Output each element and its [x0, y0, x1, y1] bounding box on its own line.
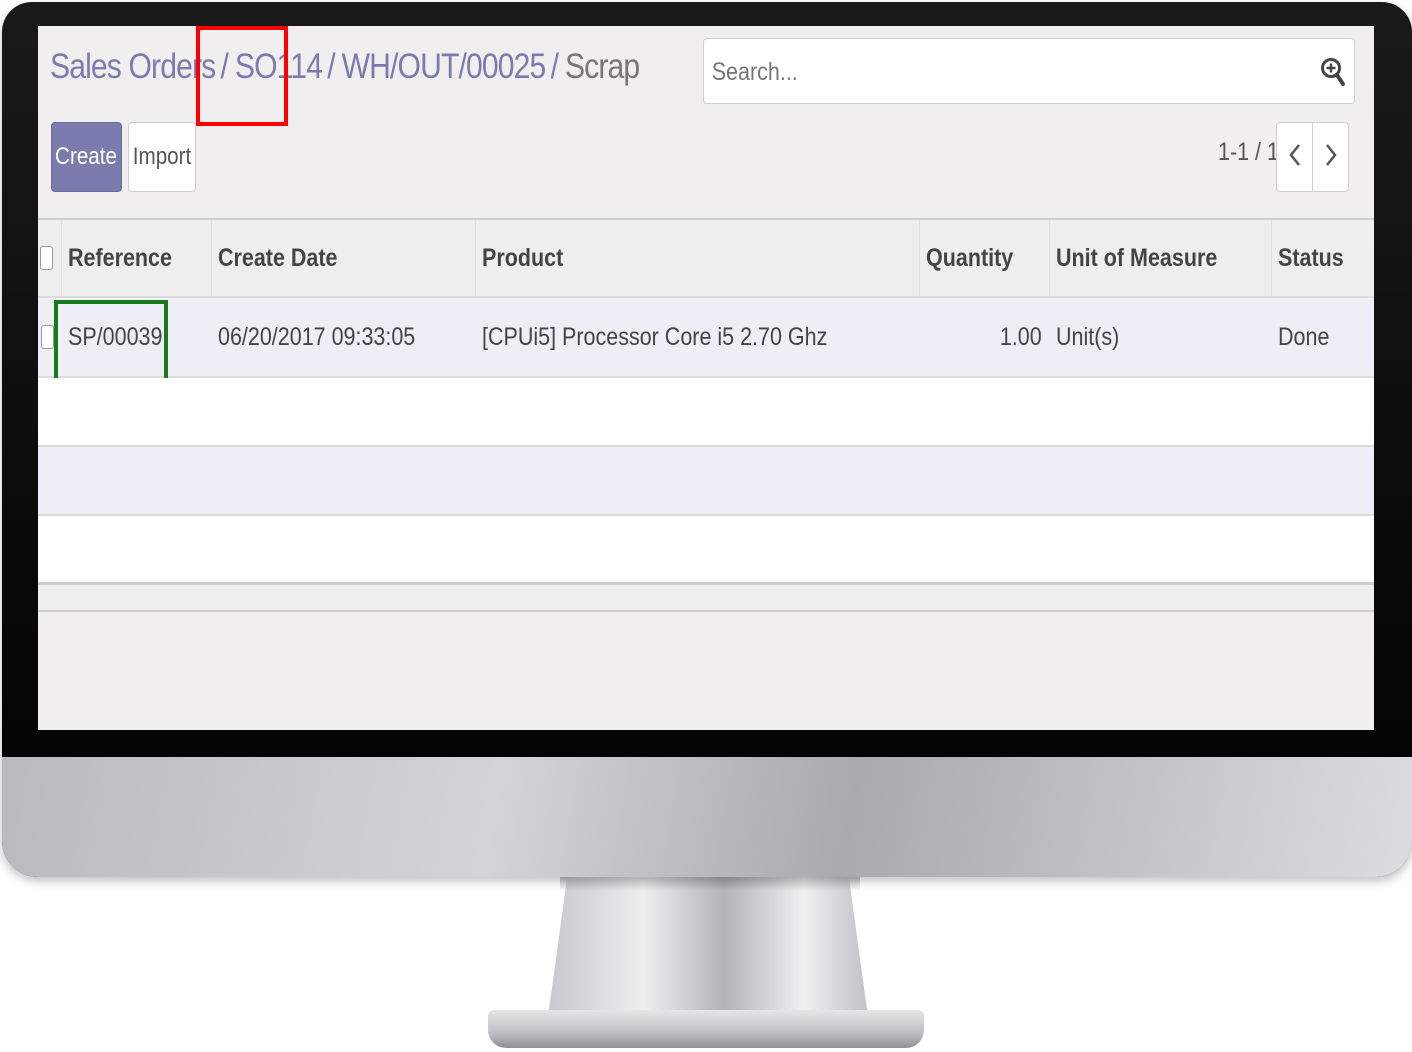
- cell-create-date[interactable]: 06/20/2017 09:33:05: [212, 298, 476, 376]
- table-footer-row: [38, 585, 1374, 612]
- row-select: [38, 298, 62, 376]
- column-header-label: Product: [482, 243, 564, 272]
- row-checkbox[interactable]: [40, 325, 54, 349]
- cell-status-text: Done: [1278, 322, 1330, 351]
- chevron-right-icon: [1324, 142, 1338, 173]
- header-select-all: [38, 220, 62, 296]
- breadcrumb-item-so114[interactable]: SO114: [235, 47, 323, 87]
- column-header-quantity[interactable]: Quantity: [920, 220, 1050, 296]
- cell-status[interactable]: Done: [1272, 298, 1374, 376]
- cell-unit-of-measure[interactable]: Unit(s): [1050, 298, 1272, 376]
- cell-product[interactable]: [CPUi5] Processor Core i5 2.70 Ghz: [476, 298, 920, 376]
- column-header-label: Status: [1278, 243, 1344, 272]
- monitor-chin: [2, 757, 1412, 877]
- pager-value[interactable]: 1-1 / 1: [1218, 138, 1279, 167]
- screen: Sales Orders / SO114 / WH/OUT/00025 / Sc…: [38, 26, 1374, 730]
- empty-table-row: [38, 516, 1374, 585]
- cell-product-text: [CPUi5] Processor Core i5 2.70 Ghz: [482, 322, 828, 351]
- column-header-label: Reference: [68, 243, 172, 272]
- empty-table-row: [38, 378, 1374, 447]
- create-button-label: Create: [55, 143, 118, 170]
- import-button[interactable]: Import: [128, 122, 196, 192]
- column-header-reference[interactable]: Reference: [62, 220, 212, 296]
- cell-quantity[interactable]: 1.00: [920, 298, 1050, 376]
- pager-previous-button[interactable]: [1276, 122, 1313, 192]
- monitor-stand-neck: [548, 877, 868, 1017]
- monitor-stand-base: [488, 1010, 924, 1048]
- cell-reference-text: SP/00039: [68, 322, 163, 351]
- column-header-label: Quantity: [926, 243, 1014, 272]
- column-header-label: Unit of Measure: [1056, 243, 1218, 272]
- empty-table-row: [38, 447, 1374, 516]
- breadcrumb-separator: /: [220, 47, 229, 86]
- list-view-table: Reference Create Date Product Quantity U…: [38, 218, 1374, 612]
- cell-quantity-text: 1.00: [1000, 322, 1042, 351]
- cell-uom-text: Unit(s): [1056, 322, 1120, 351]
- stand-shadow: [560, 877, 860, 891]
- column-header-unit-of-measure[interactable]: Unit of Measure: [1050, 220, 1272, 296]
- select-all-checkbox[interactable]: [40, 246, 53, 270]
- breadcrumb-separator: /: [327, 47, 335, 86]
- column-header-product[interactable]: Product: [476, 220, 920, 296]
- search-input[interactable]: [710, 53, 1230, 91]
- create-button[interactable]: Create: [51, 122, 122, 192]
- breadcrumb: Sales Orders / SO114 / WH/OUT/00025 / Sc…: [50, 44, 640, 90]
- import-button-label: Import: [132, 143, 192, 170]
- table-header-row: Reference Create Date Product Quantity U…: [38, 220, 1374, 298]
- search-icon[interactable]: [1320, 57, 1346, 87]
- control-panel: Sales Orders / SO114 / WH/OUT/00025 / Sc…: [38, 26, 1374, 218]
- pager-next-button[interactable]: [1312, 122, 1349, 192]
- search-box[interactable]: [703, 38, 1355, 104]
- table-row[interactable]: SP/00039 06/20/2017 09:33:05 [CPUi5] Pro…: [38, 298, 1374, 388]
- column-header-label: Create Date: [218, 243, 338, 272]
- breadcrumb-item-scrap: Scrap: [564, 47, 640, 86]
- breadcrumb-separator: /: [550, 47, 559, 86]
- breadcrumb-item-delivery[interactable]: WH/OUT/00025: [342, 47, 547, 87]
- column-header-create-date[interactable]: Create Date: [212, 220, 476, 296]
- breadcrumb-item-sales-orders[interactable]: Sales Orders: [50, 47, 216, 87]
- cell-create-date-text: 06/20/2017 09:33:05: [218, 322, 416, 351]
- chevron-left-icon: [1288, 142, 1302, 173]
- column-header-status[interactable]: Status: [1272, 220, 1374, 296]
- cell-reference[interactable]: SP/00039: [62, 298, 212, 376]
